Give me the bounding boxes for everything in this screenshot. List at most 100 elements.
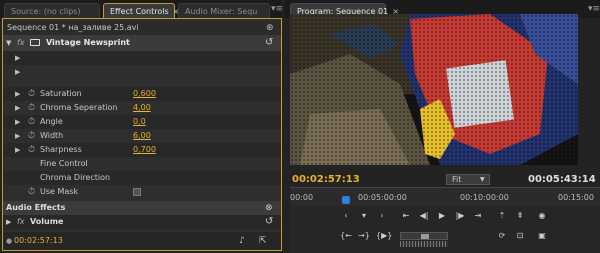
- panel-menu-icon[interactable]: ▾≡: [271, 4, 283, 14]
- expand-triangle-icon[interactable]: ▼: [6, 35, 11, 51]
- option-label: Fine Control: [40, 159, 88, 168]
- tab-effect-controls[interactable]: Effect Controls ×: [103, 3, 179, 18]
- lift-icon[interactable]: ⇡: [496, 210, 508, 222]
- option-label: Use Mask: [40, 187, 79, 196]
- ec-footer: ● 00:02:57:13 ♪ ⇱: [3, 232, 281, 250]
- navigate-icon[interactable]: ⊗: [265, 201, 273, 215]
- fit-dropdown-value: Fit: [452, 175, 462, 184]
- effect-name: Vintage Newsprint: [46, 38, 130, 47]
- shuttle-slider-thumb[interactable]: [421, 234, 429, 239]
- fx-icon[interactable]: fx: [17, 35, 25, 51]
- step-forward-icon[interactable]: |▶: [454, 210, 466, 222]
- param-row-saturation: ▶ ⏱ Saturation 0,600: [3, 87, 281, 101]
- output-icon[interactable]: ▣: [536, 230, 548, 242]
- mask-row-2: ▶: [3, 65, 281, 79]
- clip-path-row: Sequence 01 * на_заливе 25.avi ⊕: [3, 21, 281, 35]
- tab-effect-controls-label: Effect Controls: [110, 7, 169, 16]
- panel-menu-icon[interactable]: ▾≡: [588, 4, 600, 14]
- param-label: Chroma Seperation: [40, 103, 118, 112]
- ruler-tick-label: 00:05:00:00: [358, 193, 407, 202]
- reset-icon[interactable]: ↺: [265, 215, 273, 229]
- option-row-use-mask: ⏱ Use Mask: [3, 185, 281, 199]
- param-value-sharpness[interactable]: 0,700: [133, 143, 156, 157]
- mark-in-icon[interactable]: ‹: [340, 210, 352, 222]
- video-frame: [290, 14, 578, 165]
- tab-source-label: Source: (no clips): [11, 7, 81, 16]
- audio-toggle-icon[interactable]: ♪: [239, 232, 245, 250]
- param-row-width: ▶ ⏱ Width 6,00: [3, 129, 281, 143]
- param-label: Sharpness: [40, 145, 82, 154]
- left-tab-bar: Source: (no clips) Effect Controls × Audi…: [0, 0, 283, 18]
- export-frame-icon[interactable]: ◉: [536, 210, 548, 222]
- ruler-tick-label: 00:00: [290, 193, 314, 202]
- ruler-tick-label: 00:15:00: [558, 193, 594, 202]
- expand-triangle-icon[interactable]: ▶: [15, 51, 20, 65]
- extract-icon[interactable]: ⇞: [514, 210, 526, 222]
- param-label: Width: [40, 131, 64, 140]
- tab-audio-mixer-label: Audio Mixer: Sequ: [185, 7, 258, 16]
- audio-effects-header: Audio Effects ⊗: [3, 201, 281, 215]
- reset-icon[interactable]: ↺: [265, 35, 273, 51]
- volume-label: Volume: [30, 217, 64, 226]
- fit-dropdown[interactable]: Fit ▼: [446, 174, 490, 185]
- param-row-sharpness: ▶ ⏱ Sharpness 0,700: [3, 143, 281, 157]
- current-timecode[interactable]: 00:02:57:13: [292, 174, 360, 185]
- stopwatch-icon[interactable]: ⏱: [28, 115, 35, 129]
- mark-out-icon[interactable]: ›: [376, 210, 388, 222]
- expand-triangle-icon[interactable]: ▶: [15, 101, 20, 115]
- add-marker-icon[interactable]: ▾: [358, 210, 370, 222]
- loop-icon[interactable]: ⟳: [496, 230, 508, 242]
- duration-timecode: 00:05:43:14: [528, 174, 596, 185]
- shuttle-slider[interactable]: [400, 232, 448, 240]
- go-to-previous-edit-icon[interactable]: {←: [340, 230, 352, 242]
- expand-triangle-icon[interactable]: ▶: [15, 115, 20, 129]
- mask-row-1: ▶: [3, 51, 281, 65]
- param-row-angle: ▶ ⏱ Angle 0,0: [3, 115, 281, 129]
- expand-triangle-icon[interactable]: ▶: [6, 215, 11, 229]
- expand-triangle-icon[interactable]: ▶: [15, 87, 20, 101]
- go-to-next-edit-icon[interactable]: →}: [358, 230, 370, 242]
- expand-triangle-icon[interactable]: ▶: [15, 129, 20, 143]
- param-value-angle[interactable]: 0,0: [133, 115, 146, 129]
- play-in-to-out-icon[interactable]: {▶}: [376, 230, 392, 242]
- option-row-chroma-direction: Chroma Direction: [3, 171, 281, 185]
- tab-source[interactable]: Source: (no clips): [4, 3, 100, 18]
- option-row-fine-control: Fine Control: [3, 157, 281, 171]
- playhead[interactable]: [342, 196, 350, 204]
- effect-controls-panel: Sequence 01 * на_заливе 25.avi ⊕ ▼ fx Vi…: [2, 18, 282, 251]
- volume-row[interactable]: ▶ fx Volume ↺: [3, 215, 281, 229]
- use-mask-checkbox[interactable]: [133, 188, 141, 196]
- expand-triangle-icon[interactable]: ▶: [15, 143, 20, 157]
- param-label: Saturation: [40, 89, 82, 98]
- stopwatch-icon[interactable]: ⏱: [28, 185, 35, 199]
- expand-triangle-icon[interactable]: ▶: [15, 65, 20, 79]
- mask-rect-icon[interactable]: [30, 39, 40, 46]
- stopwatch-icon[interactable]: ⏱: [28, 143, 35, 157]
- param-value-width[interactable]: 6,00: [133, 129, 151, 143]
- stopwatch-icon[interactable]: ⏱: [28, 101, 35, 115]
- safe-margins-icon[interactable]: ⊡: [514, 230, 526, 242]
- stopwatch-icon[interactable]: ⏱: [28, 87, 35, 101]
- param-label: Angle: [40, 117, 63, 126]
- timeline-ruler[interactable]: 00:00 00:05:00:00 00:10:00:00 00:15:00: [290, 187, 600, 206]
- audio-effects-label: Audio Effects: [6, 203, 66, 212]
- go-to-out-icon[interactable]: ⇥: [472, 210, 484, 222]
- export-icon[interactable]: ⇱: [259, 232, 267, 250]
- chevron-down-icon: ▼: [480, 176, 485, 183]
- step-back-icon[interactable]: ◀|: [418, 210, 430, 222]
- param-row-chroma-separation: ▶ ⏱ Chroma Seperation 4,00: [3, 101, 281, 115]
- jog-wheel[interactable]: [400, 241, 448, 247]
- transport-controls: ‹ ▾ › ⇤ ◀| ▶ |▶ ⇥ ⇡ ⇞ ◉ {← →} {▶} ⟳ ⊡ ▣: [290, 206, 600, 253]
- stopwatch-icon[interactable]: ⏱: [28, 129, 35, 143]
- go-to-in-icon[interactable]: ⇤: [400, 210, 412, 222]
- program-monitor-video[interactable]: [290, 14, 578, 165]
- ec-timecode[interactable]: 00:02:57:13: [14, 232, 63, 250]
- ruler-tick-label: 00:10:00:00: [460, 193, 509, 202]
- param-value-saturation[interactable]: 0,600: [133, 87, 156, 101]
- play-icon[interactable]: ▶: [436, 210, 448, 222]
- navigate-icon[interactable]: ⊕: [266, 21, 274, 35]
- fx-icon[interactable]: fx: [17, 215, 25, 229]
- effect-header[interactable]: ▼ fx Vintage Newsprint ↺: [3, 35, 281, 51]
- tab-audio-mixer[interactable]: Audio Mixer: Sequ: [178, 3, 270, 18]
- param-value-chroma-separation[interactable]: 4,00: [133, 101, 151, 115]
